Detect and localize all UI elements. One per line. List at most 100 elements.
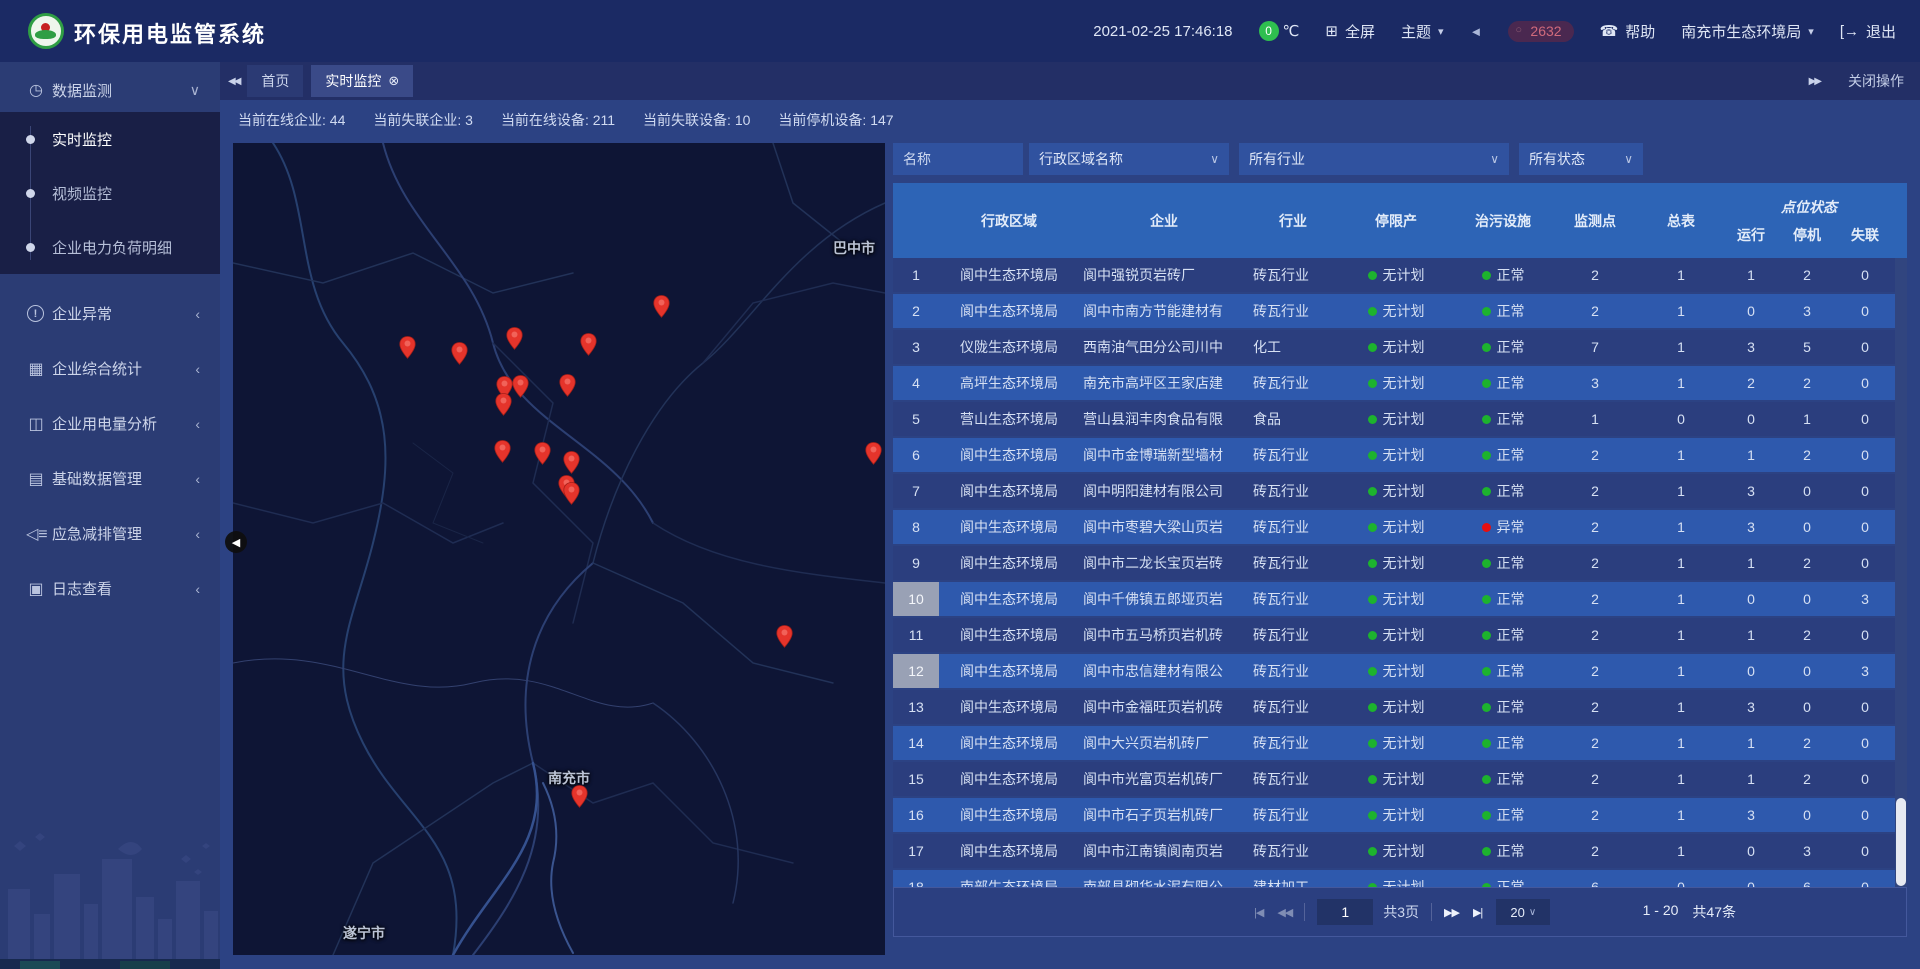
- tabs-scroll-left-button[interactable]: ◀◀: [228, 76, 239, 87]
- map-pin-icon[interactable]: [534, 442, 551, 465]
- table-header: 行政区域 企业 行业 停限产 治污设施 监测点 总表 点位状态 运行 停机 失联: [893, 183, 1907, 258]
- bullet-dot-icon: [26, 189, 35, 198]
- theme-menu-button[interactable]: 主题▾: [1401, 21, 1444, 42]
- notification-badge[interactable]: 2632: [1508, 21, 1573, 42]
- phone-icon: ☎: [1600, 22, 1619, 40]
- cell-total-meters: 1: [1639, 582, 1723, 616]
- logout-button[interactable]: [→退出: [1840, 21, 1896, 42]
- cell-limit-status: 无计划: [1337, 726, 1455, 760]
- table-row[interactable]: 17 阆中生态环境局 阆中市江南镇阆南页岩 砖瓦行业 无计划 正常 2 1 0 …: [893, 834, 1895, 868]
- map-pin-icon[interactable]: [559, 374, 576, 397]
- cell-stopped: 2: [1779, 618, 1835, 652]
- tab-home[interactable]: 首页: [247, 65, 303, 97]
- status-dot-icon: [1482, 595, 1491, 604]
- sidebar-item-company-abnormal[interactable]: ! 企业异常 ‹: [0, 286, 220, 341]
- table-row[interactable]: 13 阆中生态环境局 阆中市金福旺页岩机砖 砖瓦行业 无计划 正常 2 1 3 …: [893, 690, 1895, 724]
- status-dot-icon: [1482, 667, 1491, 676]
- map-pin-icon[interactable]: [494, 440, 511, 463]
- next-page-button[interactable]: ▶▶: [1444, 906, 1459, 919]
- tab-realtime-monitor[interactable]: 实时监控 ⊗: [311, 65, 413, 97]
- table-row[interactable]: 11 阆中生态环境局 阆中市五马桥页岩机砖 砖瓦行业 无计划 正常 2 1 1 …: [893, 618, 1895, 652]
- last-page-button[interactable]: ▶|: [1473, 906, 1482, 919]
- map-pin-icon[interactable]: [563, 451, 580, 474]
- table-row[interactable]: 16 阆中生态环境局 阆中市石子页岩机砖厂 砖瓦行业 无计划 正常 2 1 3 …: [893, 798, 1895, 832]
- map-pin-icon[interactable]: [512, 375, 529, 398]
- table-row[interactable]: 10 阆中生态环境局 阆中千佛镇五郎垭页岩 砖瓦行业 无计划 正常 2 1 0 …: [893, 582, 1895, 616]
- table-row[interactable]: 5 营山生态环境局 营山县润丰肉食品有限 食品 无计划 正常 1 0 0 1 0: [893, 402, 1895, 436]
- status-dot-icon: [1482, 379, 1491, 388]
- tabs-scroll-right-button[interactable]: ▶▶: [1809, 76, 1820, 87]
- table-row[interactable]: 9 阆中生态环境局 阆中市二龙长宝页岩砖 砖瓦行业 无计划 正常 2 1 1 2…: [893, 546, 1895, 580]
- table-row[interactable]: 3 仪陇生态环境局 西南油气田分公司川中 化工 无计划 正常 7 1 3 5 0: [893, 330, 1895, 364]
- cell-running: 0: [1723, 582, 1779, 616]
- status-dot-icon: [1482, 271, 1491, 280]
- status-dot-icon: [1368, 379, 1377, 388]
- cell-region: 营山生态环境局: [939, 402, 1079, 436]
- cell-running: 1: [1723, 438, 1779, 472]
- cell-company: 阆中市光富页岩机砖厂: [1079, 762, 1249, 796]
- region-select[interactable]: 行政区域名称∨: [1029, 143, 1229, 175]
- prev-page-button[interactable]: ◀◀: [1277, 906, 1292, 919]
- top-header-bar: 环保用电监管系统 2021-02-25 17:46:18 0 ℃ ⊞ 全屏 主题…: [0, 0, 1920, 62]
- map-city-label: 遂宁市: [343, 923, 385, 943]
- name-search-input[interactable]: [893, 143, 1023, 175]
- sound-mute-button[interactable]: ◄: [1470, 24, 1483, 39]
- table-row[interactable]: 12 阆中生态环境局 阆中市忠信建材有限公 砖瓦行业 无计划 正常 2 1 0 …: [893, 654, 1895, 688]
- table-row[interactable]: 18 南部生态环境局 南部县砌华水泥有限公 建材加工 无计划 正常 6 0 0 …: [893, 870, 1895, 887]
- sidebar-item-emission-reduction[interactable]: ◁≡ 应急减排管理 ‹: [0, 506, 220, 561]
- close-operations-button[interactable]: 关闭操作: [1848, 71, 1904, 91]
- cell-region: 阆中生态环境局: [939, 726, 1079, 760]
- table-scrollbar-thumb[interactable]: [1896, 798, 1906, 886]
- org-menu-button[interactable]: 南充市生态环境局▾: [1681, 21, 1814, 42]
- speaker-icon: ◄: [1470, 24, 1483, 39]
- map-pin-icon[interactable]: [506, 327, 523, 350]
- stats-bar: 当前在线企业44 当前失联企业3 当前在线设备211 当前失联设备10 当前停机…: [220, 100, 1920, 140]
- status-select[interactable]: 所有状态∨: [1519, 143, 1643, 175]
- sidebar-item-basic-data[interactable]: ▤ 基础数据管理 ‹: [0, 451, 220, 506]
- table-row[interactable]: 1 阆中生态环境局 阆中强锐页岩砖厂 砖瓦行业 无计划 正常 2 1 1 2 0: [893, 258, 1895, 292]
- status-dot-icon: [1482, 739, 1491, 748]
- first-page-button[interactable]: |◀: [1254, 906, 1263, 919]
- industry-select[interactable]: 所有行业∨: [1239, 143, 1509, 175]
- map-pin-icon[interactable]: [495, 393, 512, 416]
- map-pin-icon[interactable]: [865, 442, 882, 465]
- page-number-input[interactable]: [1317, 899, 1373, 925]
- tab-close-icon[interactable]: ⊗: [388, 73, 399, 89]
- sidebar-item-power-analysis[interactable]: ◫ 企业用电量分析 ‹: [0, 396, 220, 451]
- map-pin-icon[interactable]: [563, 482, 580, 505]
- table-row[interactable]: 8 阆中生态环境局 阆中市枣碧大梁山页岩 砖瓦行业 无计划 异常 2 1 3 0…: [893, 510, 1895, 544]
- table-row[interactable]: 14 阆中生态环境局 阆中大兴页岩机砖厂 砖瓦行业 无计划 正常 2 1 1 2…: [893, 726, 1895, 760]
- cell-running: 0: [1723, 654, 1779, 688]
- cell-industry: 砖瓦行业: [1249, 762, 1337, 796]
- map-pin-icon[interactable]: [580, 333, 597, 356]
- cell-facility-status: 正常: [1455, 834, 1551, 868]
- sidebar-item-video-monitor[interactable]: 视频监控: [0, 166, 220, 220]
- table-row[interactable]: 4 高坪生态环境局 南充市高坪区王家店建 砖瓦行业 无计划 正常 3 1 2 2…: [893, 366, 1895, 400]
- table-row[interactable]: 6 阆中生态环境局 阆中市金博瑞新型墙材 砖瓦行业 无计划 正常 2 1 1 2…: [893, 438, 1895, 472]
- table-row[interactable]: 2 阆中生态环境局 阆中市南方节能建材有 砖瓦行业 无计划 正常 2 1 0 3…: [893, 294, 1895, 328]
- cell-running: 3: [1723, 798, 1779, 832]
- col-header-point-status-group: 点位状态: [1723, 183, 1895, 219]
- table-row[interactable]: 7 阆中生态环境局 阆中明阳建材有限公司 砖瓦行业 无计划 正常 2 1 3 0…: [893, 474, 1895, 508]
- total-pages-label: 共3页: [1383, 902, 1419, 922]
- map-pin-icon[interactable]: [399, 336, 416, 359]
- map-pin-icon[interactable]: [451, 342, 468, 365]
- sidebar-item-company-statistics[interactable]: ▦ 企业综合统计 ‹: [0, 341, 220, 396]
- col-header-stop: 停机: [1779, 219, 1835, 258]
- sidebar-item-log-view[interactable]: ▣ 日志查看 ‹: [0, 561, 220, 616]
- page-size-select[interactable]: 20∨: [1496, 899, 1550, 925]
- sidebar-item-power-load-detail[interactable]: 企业电力负荷明细: [0, 220, 220, 274]
- fullscreen-button[interactable]: ⊞ 全屏: [1325, 21, 1375, 42]
- help-button[interactable]: ☎帮助: [1600, 21, 1656, 42]
- status-dot-icon: [1482, 559, 1491, 568]
- status-dot-icon: [1482, 307, 1491, 316]
- table-row[interactable]: 15 阆中生态环境局 阆中市光富页岩机砖厂 砖瓦行业 无计划 正常 2 1 1 …: [893, 762, 1895, 796]
- map-collapse-button[interactable]: ◀: [225, 531, 247, 553]
- table-scrollbar-track[interactable]: [1895, 258, 1907, 887]
- map-pin-icon[interactable]: [653, 295, 670, 318]
- sidebar-item-data-monitoring[interactable]: ◷ 数据监测 ∨: [0, 68, 220, 112]
- cell-company: 阆中市金福旺页岩机砖: [1079, 690, 1249, 724]
- map-pin-icon[interactable]: [776, 625, 793, 648]
- sidebar-item-realtime-monitor[interactable]: 实时监控: [0, 112, 220, 166]
- map-pin-icon[interactable]: [571, 785, 588, 808]
